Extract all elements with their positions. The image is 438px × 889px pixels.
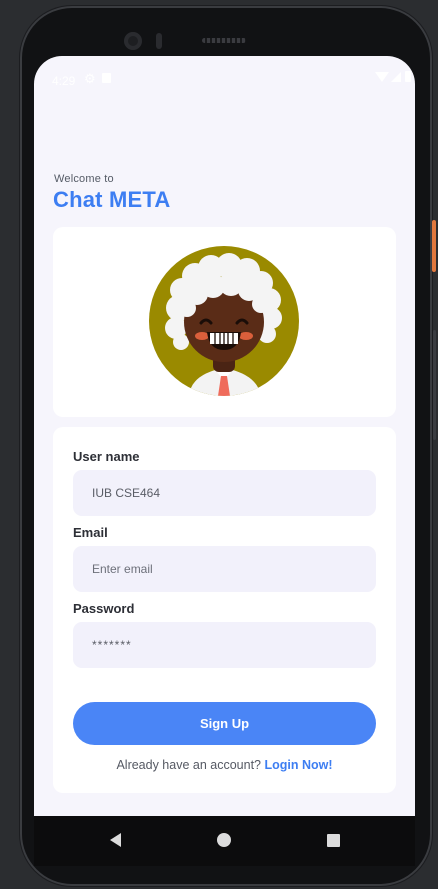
login-prompt: Already have an account? Login Now! (53, 758, 396, 772)
wifi-icon (375, 72, 389, 82)
back-icon[interactable] (110, 833, 121, 847)
username-input[interactable] (73, 470, 376, 516)
status-time: 4:29 (52, 74, 76, 88)
username-label: User name (73, 449, 140, 464)
navigation-bar (34, 816, 415, 866)
app-screen: 4:29 ⚙ Welcome to Chat META User name IU… (34, 56, 415, 816)
signup-button[interactable]: Sign Up (73, 702, 376, 745)
front-camera (124, 32, 142, 50)
welcome-text: Welcome to (54, 173, 114, 185)
battery-icon (405, 71, 411, 82)
avatar[interactable] (149, 246, 299, 396)
email-input[interactable] (73, 546, 376, 592)
password-label: Password (73, 601, 135, 616)
status-bar: 4:29 ⚙ (34, 56, 415, 102)
phone-frame: 4:29 ⚙ Welcome to Chat META User name IU… (20, 6, 436, 886)
login-prompt-text: Already have an account? (116, 758, 261, 772)
earpiece-speaker (202, 38, 246, 43)
sim-card-icon (102, 73, 111, 83)
email-label: Email (73, 525, 108, 540)
avatar-card (53, 227, 396, 417)
recents-icon[interactable] (327, 834, 340, 847)
volume-button[interactable] (432, 220, 436, 272)
proximity-sensor (156, 33, 162, 49)
signup-form: User name Email Password Sign Up Already… (53, 427, 396, 793)
login-now-link[interactable]: Login Now! (264, 758, 332, 772)
password-input[interactable] (73, 622, 376, 668)
home-icon[interactable] (217, 833, 231, 847)
gear-icon: ⚙ (84, 71, 96, 86)
power-button[interactable] (433, 330, 436, 440)
signal-icon (391, 72, 401, 82)
page-title: Chat META (53, 187, 171, 212)
